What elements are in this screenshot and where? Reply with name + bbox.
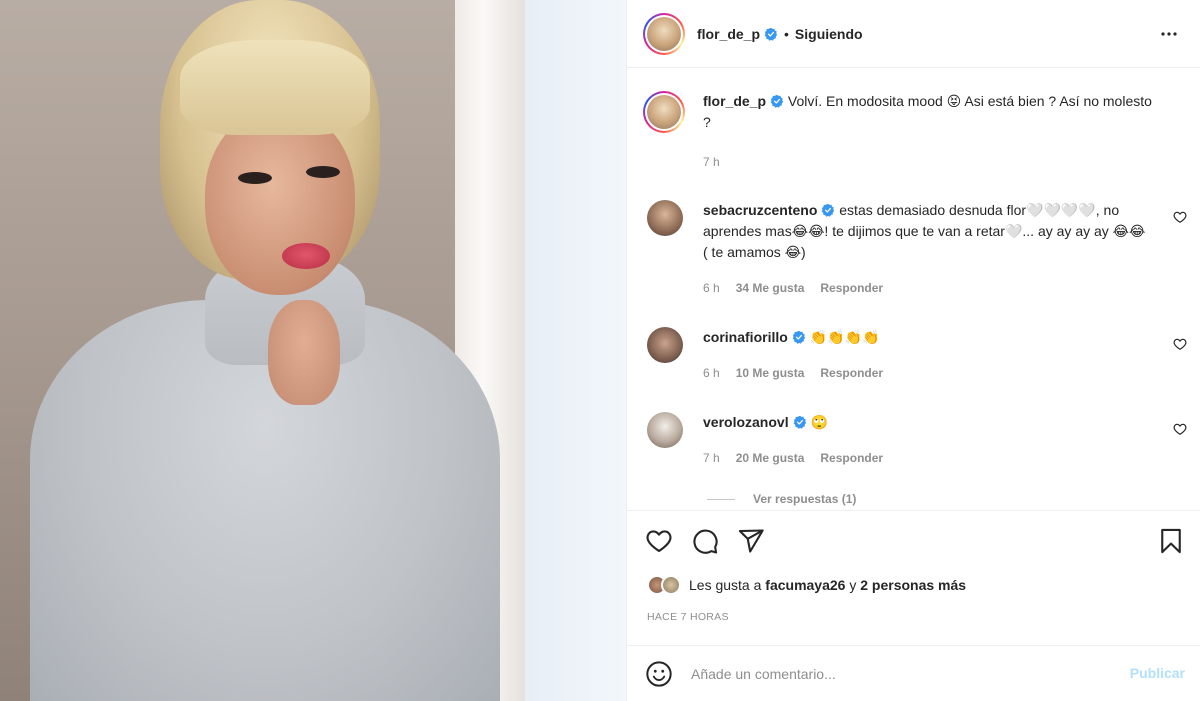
caption-text-block: flor_de_p Volví. En modosita mood 😝 Asi … bbox=[703, 91, 1163, 133]
post-caption: flor_de_p Volví. En modosita mood 😝 Asi … bbox=[643, 91, 1183, 169]
likes-text: Les gusta a facumaya26 y 2 personas más bbox=[689, 577, 966, 593]
comment-meta: 6 h 10 Me gusta Responder bbox=[703, 366, 1153, 380]
comment-likes[interactable]: 20 Me gusta bbox=[736, 451, 805, 465]
photo-hand bbox=[268, 300, 340, 405]
avatar-ring-inner bbox=[645, 14, 683, 53]
reply-button[interactable]: Responder bbox=[820, 451, 883, 465]
photo-face bbox=[205, 110, 355, 295]
photo-wall-right bbox=[525, 0, 626, 701]
post-side-panel: flor_de_p • Siguiendo flor_de_p Volví. E… bbox=[626, 0, 1200, 701]
bookmark-icon[interactable] bbox=[1157, 527, 1185, 555]
post-photo[interactable] bbox=[0, 0, 626, 701]
verified-badge-icon bbox=[764, 27, 778, 41]
comment-meta: 6 h 34 Me gusta Responder bbox=[703, 281, 1153, 295]
caption-avatar-ring-inner bbox=[645, 93, 683, 131]
comment-time[interactable]: 6 h bbox=[703, 366, 720, 380]
commenter-avatar[interactable] bbox=[647, 327, 683, 363]
commenter-avatar[interactable] bbox=[647, 412, 683, 448]
reply-button[interactable]: Responder bbox=[820, 281, 883, 295]
post-header: flor_de_p • Siguiendo bbox=[627, 0, 1200, 68]
comment-like-heart-icon[interactable] bbox=[1173, 210, 1187, 224]
replies-divider-line bbox=[707, 498, 735, 500]
comment-item: sebacruzcenteno estas demasiado desnuda … bbox=[647, 200, 1187, 295]
reply-button[interactable]: Responder bbox=[820, 366, 883, 380]
likes-connector: y bbox=[849, 577, 857, 593]
comment-meta: 7 h 20 Me gusta Responder bbox=[703, 451, 1153, 465]
photo-fringe bbox=[180, 40, 370, 135]
comment-composer: Publicar bbox=[627, 645, 1200, 701]
caption-time[interactable]: 7 h bbox=[703, 155, 720, 169]
comment-item: verolozanovl 🙄 7 h 20 Me gusta Responder bbox=[647, 412, 1187, 465]
liker-avatar[interactable] bbox=[661, 575, 681, 595]
likes-prefix: Les gusta a bbox=[689, 577, 762, 593]
comment-text-block: verolozanovl 🙄 bbox=[703, 412, 1153, 433]
publish-button[interactable]: Publicar bbox=[1130, 665, 1185, 681]
heart-icon[interactable] bbox=[645, 527, 673, 555]
comment-like-heart-icon[interactable] bbox=[1173, 422, 1187, 436]
comment-likes[interactable]: 34 Me gusta bbox=[736, 281, 805, 295]
comment-text: 👏👏👏👏 bbox=[809, 329, 880, 345]
comment-input[interactable] bbox=[691, 659, 1111, 689]
comment-time[interactable]: 7 h bbox=[703, 451, 720, 465]
view-replies-label: Ver respuestas (1) bbox=[753, 492, 857, 506]
author-username[interactable]: flor_de_p bbox=[697, 26, 760, 42]
likes-summary: Les gusta a facumaya26 y 2 personas más bbox=[647, 575, 966, 595]
caption-author-avatar[interactable] bbox=[643, 91, 685, 133]
header-separator: • bbox=[784, 25, 789, 42]
comment-likes[interactable]: 10 Me gusta bbox=[736, 366, 805, 380]
comment-text-block: corinafiorillo 👏👏👏👏 bbox=[703, 327, 1153, 348]
comment-body: sebacruzcenteno estas demasiado desnuda … bbox=[703, 200, 1153, 295]
post-timestamp[interactable]: HACE 7 HORAS bbox=[647, 611, 729, 623]
instagram-post: flor_de_p • Siguiendo flor_de_p Volví. E… bbox=[0, 0, 1200, 701]
comment-text-block: sebacruzcenteno estas demasiado desnuda … bbox=[703, 200, 1153, 263]
header-user: flor_de_p • Siguiendo bbox=[697, 26, 863, 42]
verified-badge-icon bbox=[821, 203, 835, 217]
comments-list[interactable]: flor_de_p Volví. En modosita mood 😝 Asi … bbox=[627, 69, 1200, 510]
caption-author-avatar-image bbox=[647, 95, 681, 129]
commenter-username[interactable]: verolozanovl bbox=[703, 414, 789, 430]
following-button[interactable]: Siguiendo bbox=[795, 26, 863, 42]
comment-body: verolozanovl 🙄 7 h 20 Me gusta Responder bbox=[703, 412, 1153, 465]
commenter-username[interactable]: corinafiorillo bbox=[703, 329, 788, 345]
photo-lips bbox=[282, 243, 330, 269]
author-avatar[interactable] bbox=[643, 12, 685, 55]
verified-badge-icon bbox=[770, 94, 784, 108]
comment-time[interactable]: 6 h bbox=[703, 281, 720, 295]
verified-badge-icon bbox=[793, 415, 807, 429]
emoji-icon[interactable] bbox=[645, 660, 673, 688]
action-bar bbox=[627, 510, 1200, 570]
commenter-avatar[interactable] bbox=[647, 200, 683, 236]
comment-icon[interactable] bbox=[691, 527, 719, 555]
share-icon[interactable] bbox=[737, 527, 765, 555]
author-avatar-image bbox=[647, 16, 681, 51]
comment-item: corinafiorillo 👏👏👏👏 6 h 10 Me gusta Resp… bbox=[647, 327, 1187, 380]
verified-badge-icon bbox=[792, 330, 806, 344]
view-replies-button[interactable]: Ver respuestas (1) bbox=[707, 492, 856, 506]
photo-eye-left bbox=[238, 172, 272, 184]
likes-others[interactable]: 2 personas más bbox=[860, 577, 966, 593]
photo-eye-right bbox=[306, 166, 340, 178]
comment-body: corinafiorillo 👏👏👏👏 6 h 10 Me gusta Resp… bbox=[703, 327, 1153, 380]
more-options-icon[interactable] bbox=[1157, 22, 1181, 46]
liker-username[interactable]: facumaya26 bbox=[765, 577, 845, 593]
caption-username[interactable]: flor_de_p bbox=[703, 93, 766, 109]
comment-like-heart-icon[interactable] bbox=[1173, 337, 1187, 351]
comment-text: 🙄 bbox=[810, 414, 828, 430]
commenter-username[interactable]: sebacruzcenteno bbox=[703, 202, 817, 218]
